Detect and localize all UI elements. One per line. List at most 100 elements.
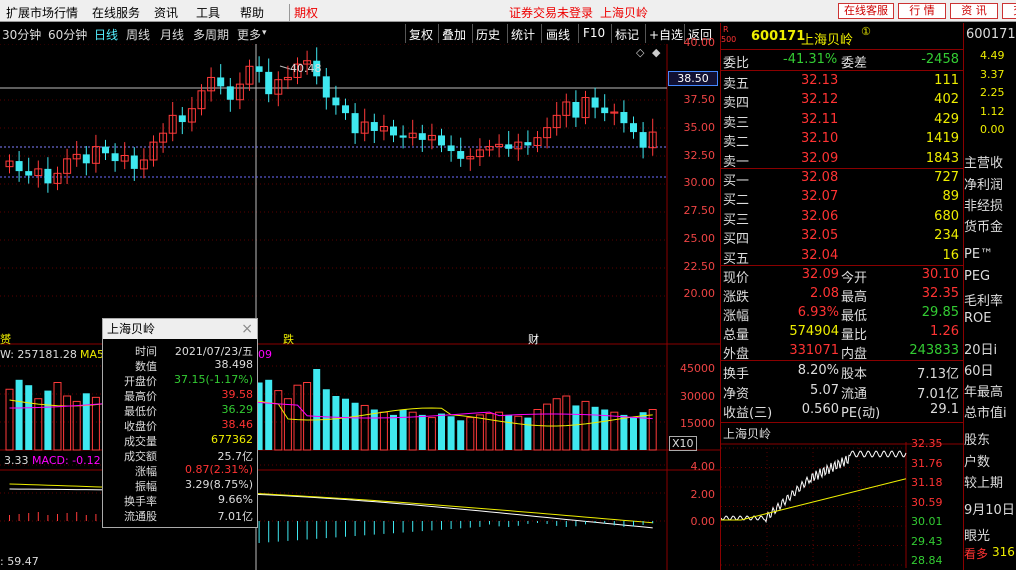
candle-body bbox=[322, 76, 330, 98]
trade-button[interactable]: 交 易 bbox=[1002, 3, 1016, 19]
side-item[interactable]: 毛利率 bbox=[964, 290, 1003, 309]
adjust-button[interactable]: 复权 bbox=[409, 26, 433, 43]
order-book-row[interactable]: 买五 32.04 16 bbox=[721, 247, 963, 267]
order-price: 32.11 bbox=[801, 111, 839, 127]
info-icon[interactable]: ① bbox=[861, 25, 871, 38]
period-daily[interactable]: 日线 bbox=[94, 26, 118, 43]
price-axis-label: 32.50 bbox=[683, 149, 716, 162]
overlay-button[interactable]: 叠加 bbox=[442, 26, 466, 43]
candle-body bbox=[44, 168, 52, 184]
stat-value: 32.09 bbox=[801, 267, 839, 282]
chevron-down-icon[interactable]: ▾ bbox=[262, 28, 267, 38]
price-tag: 38.50 bbox=[668, 71, 718, 86]
period-weekly[interactable]: 周线 bbox=[126, 26, 150, 43]
menu-news[interactable]: 资讯 bbox=[154, 4, 178, 21]
period-30min[interactable]: 30分钟 bbox=[2, 26, 41, 43]
f10-button[interactable]: F10 bbox=[583, 26, 605, 40]
order-book-row[interactable]: 买二 32.07 89 bbox=[721, 188, 963, 208]
order-volume: 111 bbox=[934, 73, 959, 88]
volume-bar bbox=[82, 393, 90, 450]
order-level-label: 卖一 bbox=[723, 154, 750, 170]
history-button[interactable]: 历史 bbox=[476, 26, 500, 43]
menu-options-tab[interactable]: 期权 bbox=[289, 4, 318, 21]
period-more[interactable]: 更多 bbox=[237, 26, 261, 43]
order-book-row[interactable]: 卖一 32.09 1843 bbox=[721, 150, 963, 170]
menu-tools[interactable]: 工具 bbox=[196, 4, 220, 21]
volume-bar bbox=[475, 414, 484, 451]
stat-value: 0.560 bbox=[801, 402, 839, 417]
menu-extended-market[interactable]: 扩展市场行情 bbox=[6, 4, 78, 21]
order-price: 32.10 bbox=[801, 131, 839, 147]
order-book-row[interactable]: 卖四 32.12 402 bbox=[721, 91, 963, 112]
side-item[interactable]: 货币金 bbox=[964, 216, 1003, 235]
volume-bar bbox=[648, 409, 657, 451]
statistics-button[interactable]: 统计 bbox=[511, 26, 535, 43]
side-item[interactable]: 总市值i bbox=[964, 402, 1007, 421]
period-monthly[interactable]: 月线 bbox=[160, 26, 184, 43]
volume-bar bbox=[418, 414, 426, 450]
period-60min[interactable]: 60分钟 bbox=[48, 26, 87, 43]
order-price: 32.09 bbox=[801, 150, 839, 166]
stat-value: 1.26 bbox=[930, 324, 959, 339]
news-button[interactable]: 资 讯 bbox=[950, 3, 998, 19]
side-panel: 600171 4.49 3.37 2.25 1.12 0.00 主营收 净利润 … bbox=[963, 23, 1016, 570]
order-book-row[interactable]: 买三 32.06 680 bbox=[721, 208, 963, 228]
order-book-row[interactable]: 卖五 32.13 111 bbox=[721, 72, 963, 92]
stat-label: 量比 bbox=[841, 328, 868, 343]
order-price: 32.05 bbox=[801, 228, 839, 244]
volume-bar bbox=[265, 379, 273, 450]
tooltip-row: 开盘价 37.15(-1.17%) bbox=[103, 373, 257, 388]
draw-line-button[interactable]: 画线 bbox=[546, 26, 570, 43]
event-marker[interactable]: 赟 bbox=[0, 331, 11, 347]
volume-bar bbox=[360, 404, 369, 451]
event-marker[interactable]: 财 bbox=[528, 331, 539, 347]
tooltip-label: 振幅 bbox=[135, 480, 157, 493]
diamond-icon[interactable]: ◇ bbox=[636, 46, 644, 59]
order-book-row[interactable]: 卖二 32.10 1419 bbox=[721, 130, 963, 150]
mark-button[interactable]: 标记 bbox=[615, 26, 639, 43]
close-icon[interactable]: × bbox=[241, 321, 253, 337]
tooltip-value: 38.46 bbox=[221, 418, 254, 431]
stat-label: 收益(三) bbox=[723, 406, 773, 421]
side-item[interactable]: 20日i bbox=[964, 339, 997, 358]
side-item[interactable]: PEG bbox=[964, 269, 990, 284]
side-item[interactable]: 年最高 bbox=[964, 381, 1003, 400]
order-book-row[interactable]: 买四 32.05 234 bbox=[721, 227, 963, 247]
side-item[interactable]: 非经损 bbox=[964, 195, 1003, 214]
stat-value: 243833 bbox=[909, 343, 959, 358]
side-item[interactable]: 60日 bbox=[964, 360, 994, 379]
order-book-row[interactable]: 买一 32.08 727 bbox=[721, 169, 963, 189]
quote-button[interactable]: 行 情 bbox=[898, 3, 946, 19]
side-item[interactable]: 眼光 bbox=[964, 525, 990, 544]
side-item[interactable]: 主营收 bbox=[964, 152, 1003, 171]
diamond-icon[interactable]: ◆ bbox=[652, 46, 660, 59]
tooltip-value: 37.15(-1.17%) bbox=[174, 373, 253, 386]
side-item[interactable]: 净利润 bbox=[964, 174, 1003, 193]
side-item[interactable]: 较上期 bbox=[964, 472, 1003, 491]
order-level-label: 卖四 bbox=[723, 96, 750, 112]
intraday-price-line bbox=[721, 450, 907, 524]
side-item[interactable]: PE™ bbox=[964, 247, 993, 262]
candle-body bbox=[620, 112, 628, 124]
quote-stat-row: 总量 574904 量比 1.26 bbox=[721, 323, 963, 343]
side-item[interactable]: 9月10日 bbox=[964, 499, 1015, 518]
side-item[interactable]: 股东 bbox=[964, 429, 990, 448]
menu-online-service[interactable]: 在线服务 bbox=[92, 4, 140, 21]
period-multi[interactable]: 多周期 bbox=[193, 26, 229, 43]
menu-help[interactable]: 帮助 bbox=[240, 4, 264, 21]
tooltip-value: 0.87(2.31%) bbox=[184, 463, 253, 476]
stat-label: 涨跌 bbox=[723, 290, 750, 305]
online-support-button[interactable]: 在线客服 bbox=[838, 3, 894, 19]
tooltip-row: 成交额 25.7亿 bbox=[103, 448, 257, 463]
price-axis-label: 35.00 bbox=[683, 121, 716, 134]
intraday-title: 上海贝岭 bbox=[723, 427, 772, 441]
tooltip-value: 36.29 bbox=[221, 403, 254, 416]
side-item[interactable]: ROE bbox=[964, 311, 991, 326]
side-item[interactable]: 户数 bbox=[964, 451, 990, 470]
side-item[interactable]: 看多 bbox=[964, 545, 988, 562]
stat-value: 5.07 bbox=[810, 382, 839, 398]
volume-bar bbox=[543, 403, 552, 451]
order-price: 32.04 bbox=[801, 247, 839, 263]
event-marker[interactable]: 跌 bbox=[283, 331, 294, 347]
order-book-row[interactable]: 卖三 32.11 429 bbox=[721, 111, 963, 131]
